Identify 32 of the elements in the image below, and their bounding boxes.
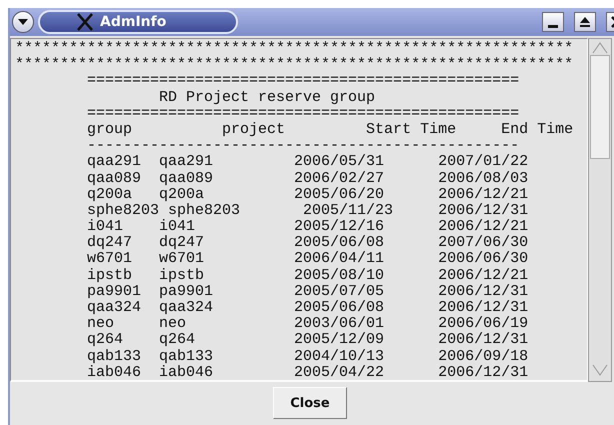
text-line: qaa089 qaa089 2006/02/27 2006/08/03: [86, 170, 530, 187]
text-line: ipstb ipstb 2005/08/10 2006/12/21: [86, 268, 530, 284]
text-line: qaa324 qaa324 2005/06/08 2006/12/31: [86, 300, 530, 316]
minimize-button[interactable]: [542, 12, 564, 32]
text-line: iab046 iab046 2005/04/22 2006/12/31: [86, 364, 530, 380]
triangle-icon: [579, 16, 591, 28]
text-line: RD Project reserve group: [158, 90, 376, 106]
cross-icon: [76, 13, 94, 31]
text-line: q200a q200a 2005/06/20 2006/12/21: [86, 186, 530, 203]
text-line: **************************************************************: [15, 57, 574, 74]
text-line: ================================================: [86, 73, 520, 90]
scrollbar-thumb[interactable]: [590, 55, 610, 159]
text-line: w6701 w6701 2006/04/11 2006/06/30: [86, 251, 530, 268]
text-line: group project Start Time End Time: [86, 122, 574, 138]
text-line: i041 i041 2005/12/16 2006/12/21: [86, 219, 530, 236]
text-line: **************************************************************: [15, 41, 574, 57]
caret-icon: [17, 18, 29, 26]
scrollbar[interactable]: [588, 38, 612, 382]
minimize-icon: [548, 24, 558, 28]
text-line: sphe8203 sphe8203 2005/11/23 2006/12/31: [86, 202, 530, 219]
text-line: neo neo 2003/06/01 2006/06/19: [86, 316, 530, 332]
text-line: ------------------------------------------------: [86, 138, 520, 154]
window-menu-button[interactable]: [12, 11, 34, 33]
text-line: dq247 dq247 2005/06/08 2007/06/30: [86, 235, 530, 252]
text-line: ================================================: [86, 106, 520, 122]
text-line: qab133 qab133 2004/10/13 2006/09/18: [86, 348, 530, 365]
window-title: AdmInfo: [100, 14, 166, 30]
text-line: qaa291 qaa291 2006/05/31 2007/01/22: [86, 154, 530, 170]
text-line: q264 q264 2005/12/09 2006/12/31: [86, 332, 530, 349]
text-line: pa9901 pa9901 2005/07/05 2006/12/31: [86, 284, 530, 300]
maximize-button[interactable]: [574, 12, 596, 32]
close-button[interactable]: Close: [273, 387, 347, 419]
